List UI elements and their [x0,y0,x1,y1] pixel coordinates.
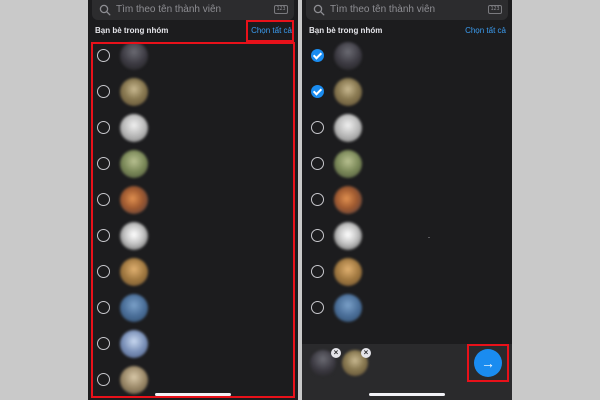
radio-unchecked-icon[interactable] [97,121,110,134]
search-placeholder: Tìm theo tên thành viên [116,4,222,15]
member-row[interactable] [88,218,298,254]
radio-unchecked-icon[interactable] [97,157,110,170]
search-placeholder: Tìm theo tên thành viên [330,4,436,15]
member-row[interactable] [302,254,512,290]
avatar [334,186,362,214]
radio-unchecked-icon[interactable] [97,301,110,314]
radio-unchecked-icon[interactable] [311,157,324,170]
member-row[interactable] [88,146,298,182]
member-row[interactable] [88,290,298,326]
divider [428,237,430,238]
search-icon [313,4,325,16]
next-arrow-button[interactable]: → [474,349,502,377]
member-row[interactable] [88,326,298,362]
home-indicator [369,393,445,396]
radio-unchecked-icon[interactable] [311,121,324,134]
avatar [334,150,362,178]
avatar [120,186,148,214]
radio-unchecked-icon[interactable] [311,301,324,314]
select-all-button[interactable]: Chọn tất cả [251,26,292,35]
member-row[interactable] [302,74,512,110]
avatar [120,42,148,70]
home-indicator [155,393,231,396]
radio-unchecked-icon[interactable] [97,265,110,278]
radio-unchecked-icon[interactable] [311,229,324,242]
search-input[interactable]: Tìm theo tên thành viên 123 [92,0,294,20]
avatar [334,42,362,70]
radio-unchecked-icon[interactable] [311,265,324,278]
avatar [120,78,148,106]
section-title: Bạn bè trong nhóm [95,26,169,35]
radio-unchecked-icon[interactable] [97,49,110,62]
right-phone-screen: Tìm theo tên thành viên 123 Bạn bè trong… [302,0,512,400]
member-row[interactable] [88,110,298,146]
member-row[interactable] [302,110,512,146]
avatar [334,294,362,322]
left-phone-screen: Tìm theo tên thành viên 123 Bạn bè trong… [88,0,298,400]
avatar [120,294,148,322]
radio-unchecked-icon[interactable] [97,373,110,386]
avatar [334,222,362,250]
member-row[interactable] [302,290,512,326]
avatar [120,150,148,178]
avatar [120,258,148,286]
radio-unchecked-icon[interactable] [311,193,324,206]
remove-selected-icon[interactable]: × [361,348,371,358]
avatar [334,114,362,142]
avatar [120,330,148,358]
radio-unchecked-icon[interactable] [97,85,110,98]
remove-selected-icon[interactable]: × [331,348,341,358]
keyboard-icon: 123 [488,5,502,14]
checkmark-icon[interactable] [311,49,324,62]
avatar [120,366,148,394]
checkmark-icon[interactable] [311,85,324,98]
member-row[interactable] [88,182,298,218]
avatar [120,114,148,142]
avatar [334,258,362,286]
section-title: Bạn bè trong nhóm [309,26,383,35]
radio-unchecked-icon[interactable] [97,337,110,350]
member-row[interactable] [302,182,512,218]
member-row[interactable] [88,254,298,290]
member-row[interactable] [302,218,512,254]
radio-unchecked-icon[interactable] [97,193,110,206]
member-row[interactable] [88,38,298,74]
member-row[interactable] [302,146,512,182]
member-row[interactable] [302,38,512,74]
search-input[interactable]: Tìm theo tên thành viên 123 [306,0,508,20]
search-icon [99,4,111,16]
radio-unchecked-icon[interactable] [97,229,110,242]
keyboard-icon: 123 [274,5,288,14]
avatar [334,78,362,106]
select-all-button[interactable]: Chọn tất cả [465,26,506,35]
avatar [120,222,148,250]
member-row[interactable] [88,74,298,110]
